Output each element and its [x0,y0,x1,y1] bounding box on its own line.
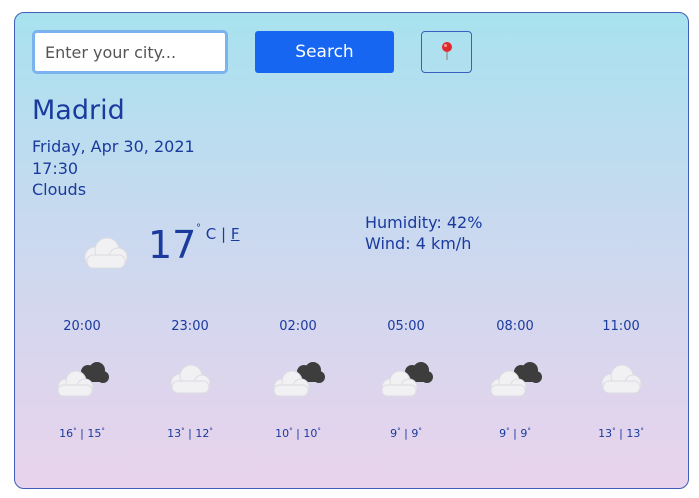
weather-condition: Clouds [32,180,87,199]
forecast-item: 11:00 13° | 13° [581,319,661,440]
unit-separator: | [221,225,227,243]
broken-clouds-icon [258,349,338,409]
broken-clouds-icon [366,349,446,409]
forecast-time: 11:00 [602,319,640,334]
forecast-time: 20:00 [63,319,101,334]
forecast-time: 02:00 [279,319,317,334]
forecast-low: 10 [303,427,318,440]
broken-clouds-icon [475,349,555,409]
current-location-button[interactable] [421,31,472,73]
broken-clouds-icon [42,349,122,409]
city-search-input[interactable] [32,30,228,74]
forecast-time: 05:00 [387,319,425,334]
current-time: 17:30 [32,159,79,178]
forecast-low: 13 [626,427,641,440]
forecast-high: 13 [598,427,613,440]
city-name: Madrid [32,95,125,126]
cloud-icon [150,349,230,409]
humidity: Humidity: 42% [365,213,483,232]
weather-card: Search Madrid Friday, Apr 30, 2021 17:30… [14,12,689,489]
forecast-item: 20:00 16° | 15° [42,319,122,440]
current-date: Friday, Apr 30, 2021 [32,137,195,156]
forecast-high: 10 [275,427,290,440]
unit-fahrenheit-link[interactable]: F [231,225,240,243]
forecast-item: 05:00 9° | 9° [366,319,446,440]
cloud-icon [581,349,661,409]
forecast-item: 23:00 13° | 12° [150,319,230,440]
forecast-low: 12 [195,427,210,440]
search-button[interactable]: Search [255,31,394,73]
forecast-item: 08:00 9° | 9° [475,319,555,440]
current-temperature: 17 [148,223,197,267]
forecast-high: 13 [167,427,182,440]
hourly-forecast: 20:00 16° | 15° 23:00 13° | 12° 02:00 10… [15,319,688,449]
cloud-icon [79,235,131,275]
forecast-item: 02:00 10° | 10° [258,319,338,440]
forecast-high: 16 [59,427,74,440]
forecast-low: 15 [87,427,102,440]
map-pin-icon [440,41,454,64]
temperature-units: ° C | F [196,223,240,243]
forecast-time: 08:00 [496,319,534,334]
unit-celsius: C [205,225,217,243]
wind-speed: Wind: 4 km/h [365,234,472,253]
forecast-time: 23:00 [171,319,209,334]
